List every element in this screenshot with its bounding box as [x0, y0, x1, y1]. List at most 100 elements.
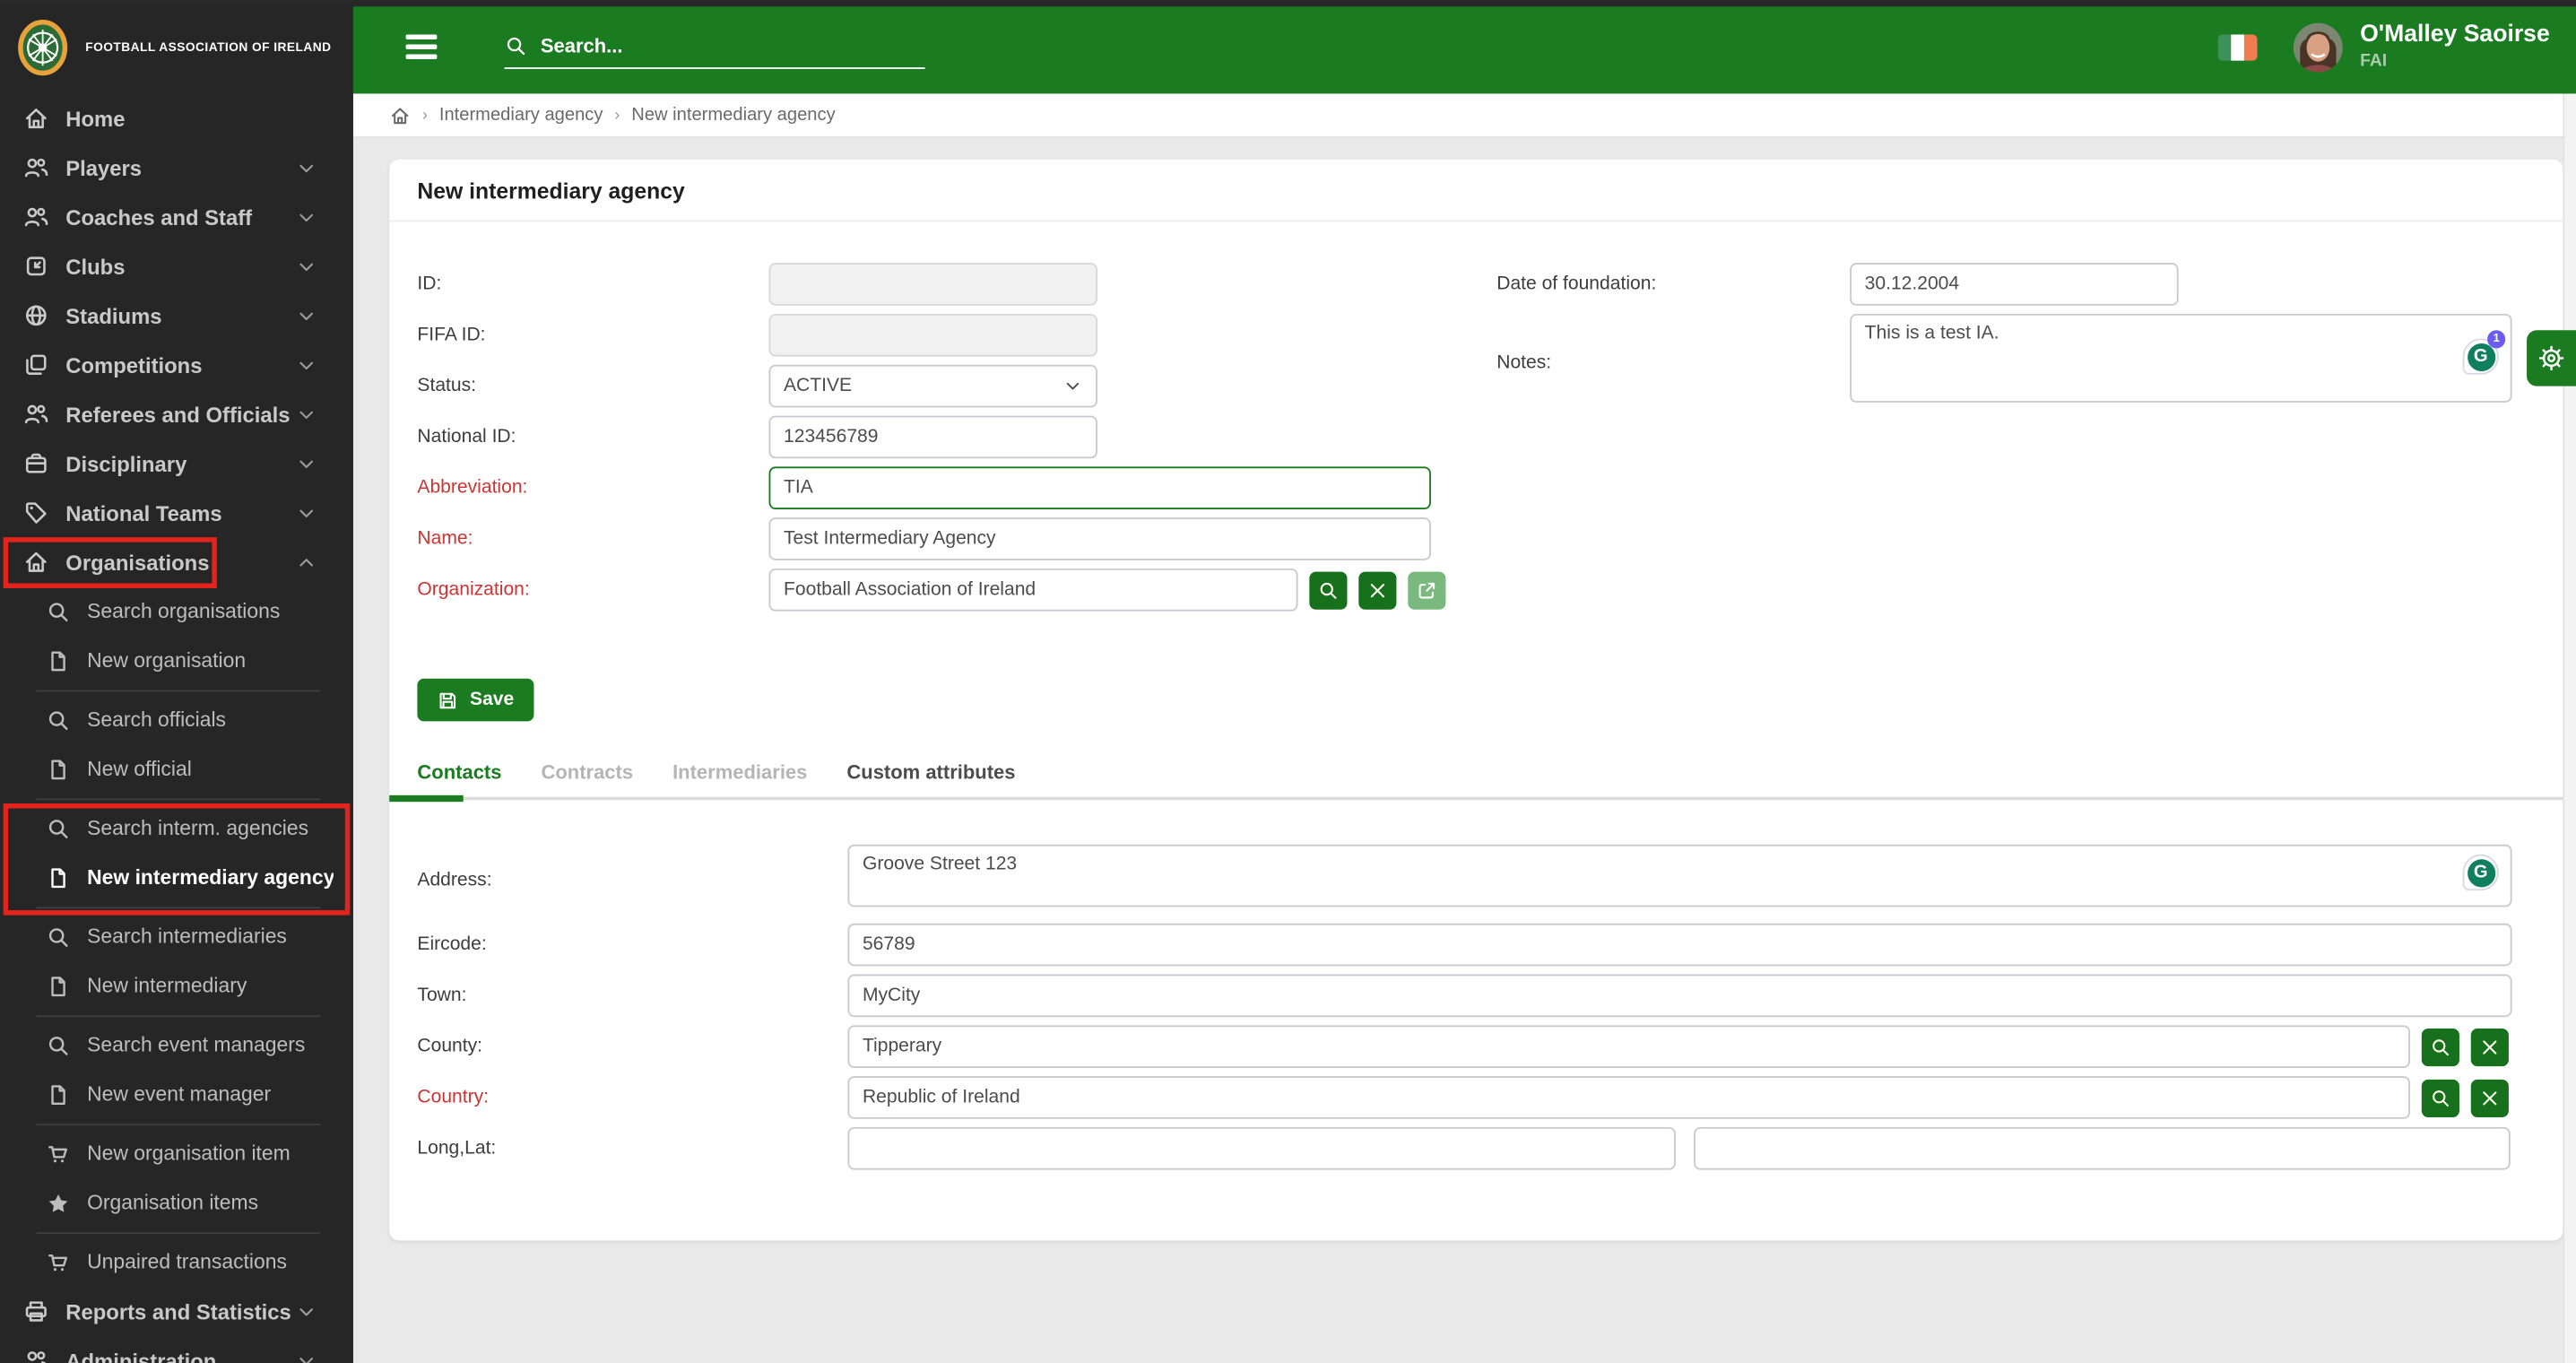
- county-clear-button[interactable]: [2470, 1028, 2509, 1066]
- sidebar-item-new-event-manager[interactable]: New event manager: [0, 1070, 353, 1119]
- chevron-down-icon: [296, 453, 317, 474]
- search-icon: [46, 925, 70, 949]
- country-search-button[interactable]: [2421, 1078, 2459, 1117]
- top-header: O'Malley Saoirse FAI: [352, 0, 2576, 94]
- sidebar-item-new-intermediary-agency[interactable]: New intermediary agency: [0, 853, 353, 902]
- sidebar-item-search-interm-agencies[interactable]: Search interm. agencies: [0, 803, 353, 853]
- user-name: O'Malley Saoirse: [2360, 21, 2550, 48]
- sidebar-item-organisations[interactable]: Organisations: [0, 537, 353, 586]
- sidebar-item-organisation-items[interactable]: Organisation items: [0, 1178, 353, 1228]
- grammarly-badge: 1: [2487, 330, 2506, 349]
- chevron-down-icon: [296, 157, 317, 178]
- abbreviation-field[interactable]: [768, 466, 1431, 510]
- save-button[interactable]: Save: [417, 678, 534, 722]
- chevron-down-icon: [296, 1300, 317, 1322]
- grammarly-icon[interactable]: G: [2462, 854, 2499, 891]
- national-id-field[interactable]: [768, 415, 1097, 459]
- chevron-down-icon: [296, 256, 317, 277]
- breadcrumb-home-icon[interactable]: [389, 104, 411, 126]
- sidebar-item-new-organisation-item[interactable]: New organisation item: [0, 1129, 353, 1178]
- tab-custom-attributes[interactable]: Custom attributes: [846, 760, 1015, 784]
- settings-button[interactable]: [2527, 330, 2576, 386]
- sidebar-item-search-officials[interactable]: Search officials: [0, 695, 353, 744]
- search-icon: [1318, 579, 1340, 601]
- copy-icon: [23, 352, 49, 378]
- eircode-label: Eircode:: [417, 934, 487, 955]
- county-field[interactable]: [847, 1025, 2410, 1068]
- organization-search-button[interactable]: [1309, 570, 1348, 609]
- sidebar-item-coaches-and-staff[interactable]: Coaches and Staff: [0, 192, 353, 241]
- flag-ireland-icon[interactable]: [2216, 33, 2257, 60]
- address-label: Address:: [417, 870, 492, 890]
- status-label: Status:: [417, 376, 477, 396]
- sidebar-item-players[interactable]: Players: [0, 143, 353, 192]
- organization-clear-button[interactable]: [1358, 570, 1397, 609]
- town-field[interactable]: [847, 974, 2512, 1018]
- avatar[interactable]: [2293, 22, 2342, 72]
- breadcrumb-separator: ›: [421, 106, 429, 125]
- tab-contacts[interactable]: Contacts: [417, 760, 501, 784]
- sidebar-item-clubs[interactable]: Clubs: [0, 241, 353, 291]
- sidebar-item-home[interactable]: Home: [0, 93, 353, 143]
- sidebar-item-stadiums[interactable]: Stadiums: [0, 291, 353, 340]
- breadcrumb-item[interactable]: Intermediary agency: [439, 105, 603, 125]
- sidebar-item-new-organisation[interactable]: New organisation: [0, 636, 353, 685]
- status-select[interactable]: ACTIVE: [768, 364, 1097, 408]
- sidebar: FOOTBALL ASSOCIATION OF IRELAND Home Pla…: [0, 0, 353, 1363]
- notes-label: Notes:: [1496, 352, 1552, 373]
- sidebar-item-administration[interactable]: Administration: [0, 1336, 353, 1363]
- sidebar-item-competitions[interactable]: Competitions: [0, 340, 353, 389]
- search-icon: [46, 1033, 70, 1057]
- scrollbar[interactable]: [2563, 93, 2576, 1363]
- close-icon: [2479, 1036, 2501, 1057]
- longlat-label: Long,Lat:: [417, 1138, 497, 1159]
- sidebar-item-disciplinary[interactable]: Disciplinary: [0, 438, 353, 488]
- sidebar-item-search-organisations[interactable]: Search organisations: [0, 586, 353, 636]
- organization-field[interactable]: [768, 568, 1298, 612]
- abbreviation-label: Abbreviation:: [417, 478, 528, 499]
- printer-icon: [23, 1298, 49, 1324]
- search-icon: [505, 34, 528, 57]
- chevron-down-icon: [296, 404, 317, 425]
- file-icon: [46, 757, 70, 781]
- town-label: Town:: [417, 985, 467, 1006]
- menu-toggle-button[interactable]: [405, 34, 438, 59]
- chevron-down-icon: [296, 502, 317, 524]
- country-clear-button[interactable]: [2470, 1078, 2509, 1117]
- name-field[interactable]: [768, 517, 1431, 560]
- nav-divider: [36, 1015, 321, 1018]
- county-search-button[interactable]: [2421, 1028, 2459, 1066]
- sidebar-item-referees-and-officials[interactable]: Referees and Officials: [0, 389, 353, 438]
- nav-divider: [36, 690, 321, 692]
- sidebar-item-new-official[interactable]: New official: [0, 744, 353, 794]
- address-field[interactable]: Groove Street 123: [847, 844, 2512, 907]
- eircode-field[interactable]: [847, 923, 2512, 967]
- chevron-down-icon: [296, 1350, 317, 1363]
- agency-form: ID: FIFA ID: Status: ACTIVE National ID:…: [389, 221, 2563, 619]
- sidebar-item-unpaired-transactions[interactable]: Unpaired transactions: [0, 1237, 353, 1287]
- sidebar-nav: Home Players Coaches and Staff Clubs Sta…: [0, 93, 353, 1363]
- page-title: New intermediary agency: [417, 178, 685, 204]
- country-field[interactable]: [847, 1076, 2410, 1119]
- sidebar-item-reports-and-statistics[interactable]: Reports and Statistics: [0, 1287, 353, 1336]
- sidebar-item-search-event-managers[interactable]: Search event managers: [0, 1020, 353, 1070]
- sidebar-item-national-teams[interactable]: National Teams: [0, 488, 353, 537]
- id-field: [768, 263, 1097, 306]
- users-icon: [23, 204, 49, 230]
- id-label: ID:: [417, 273, 442, 294]
- date-of-foundation-field[interactable]: [1850, 263, 2179, 306]
- contacts-panel: Address: Groove Street 123 G Eircode: To…: [389, 800, 2563, 1170]
- longitude-field[interactable]: [847, 1126, 1676, 1170]
- sidebar-item-new-intermediary[interactable]: New intermediary: [0, 961, 353, 1011]
- search-input[interactable]: [540, 34, 925, 58]
- user-menu[interactable]: O'Malley Saoirse FAI: [2360, 21, 2550, 71]
- sidebar-item-search-intermediaries[interactable]: Search intermediaries: [0, 912, 353, 961]
- national-id-label: National ID:: [417, 427, 516, 447]
- latitude-field[interactable]: [1694, 1126, 2511, 1170]
- notes-field[interactable]: This is a test IA.: [1850, 313, 2512, 403]
- cart-icon: [46, 1142, 70, 1166]
- grammarly-icon[interactable]: G 1: [2462, 330, 2506, 375]
- search-icon: [46, 816, 70, 840]
- organization-open-button[interactable]: [1408, 570, 1446, 609]
- home-icon: [23, 105, 49, 131]
